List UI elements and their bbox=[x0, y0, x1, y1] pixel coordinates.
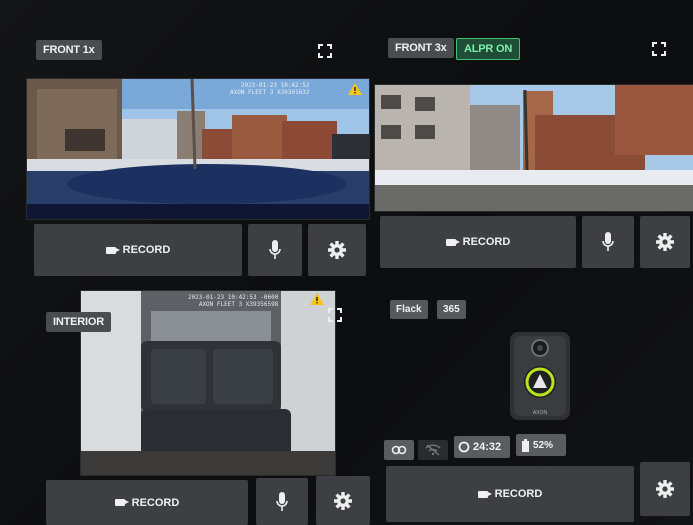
front-3x-record-button[interactable]: RECORD bbox=[380, 216, 576, 268]
front-3x-video-feed[interactable] bbox=[374, 84, 693, 212]
front-1x-label: FRONT 1x bbox=[36, 40, 102, 60]
gear-icon bbox=[656, 233, 674, 251]
elapsed-time: 24:32 bbox=[473, 441, 502, 453]
record-label: RECORD bbox=[494, 488, 543, 500]
microphone-icon bbox=[602, 232, 614, 251]
interior-record-button[interactable]: RECORD bbox=[46, 480, 248, 525]
front-1x-timestamp: 2023-01-23 10:42:52 AXON FLEET 3 X393016… bbox=[230, 82, 309, 96]
battery-level: 52% bbox=[533, 439, 554, 451]
front-3x-settings-button[interactable] bbox=[640, 216, 690, 268]
interior-timestamp: 2023-01-23 10:42:53 -0600 AXON FLEET 3 X… bbox=[188, 294, 278, 308]
timestamp-line-1: 2023-01-23 10:42:52 bbox=[240, 82, 310, 89]
gear-icon bbox=[656, 480, 674, 498]
interior-mic-button[interactable] bbox=[256, 478, 308, 525]
battery-icon bbox=[522, 438, 529, 452]
gear-icon bbox=[328, 241, 346, 259]
record-label: RECORD bbox=[462, 236, 511, 248]
fullscreen-icon[interactable] bbox=[328, 308, 342, 322]
interior-settings-button[interactable] bbox=[316, 476, 370, 525]
body-cam-settings-button[interactable] bbox=[640, 462, 690, 516]
camera-icon bbox=[114, 499, 129, 506]
timestamp-line-1: 2023-01-23 10:42:53 -0600 bbox=[188, 294, 279, 301]
front-3x-label: FRONT 3x bbox=[388, 38, 454, 58]
battery-chip: 52% bbox=[516, 434, 566, 456]
front-1x-record-button[interactable]: RECORD bbox=[34, 224, 242, 276]
timer-icon bbox=[458, 441, 470, 453]
interior-label: INTERIOR bbox=[46, 312, 111, 332]
interior-video-feed[interactable] bbox=[80, 290, 336, 476]
record-label: RECORD bbox=[131, 496, 180, 509]
link-icon bbox=[391, 445, 407, 455]
alpr-status-badge: ALPR ON bbox=[456, 38, 521, 60]
timestamp-line-2: AXON FLEET 3 X39356598 bbox=[198, 301, 279, 308]
timestamp-line-2: AXON FLEET 3 X39301632 bbox=[230, 89, 310, 96]
camera-icon bbox=[105, 246, 120, 254]
microphone-icon bbox=[269, 240, 281, 259]
device-brand: AXON bbox=[532, 410, 548, 416]
front-1x-settings-button[interactable] bbox=[308, 224, 366, 276]
wifi-status-chip bbox=[418, 440, 448, 460]
front-3x-mic-button[interactable] bbox=[582, 216, 634, 268]
officer-id-tag: 365 bbox=[437, 300, 466, 319]
elapsed-time-chip: 24:32 bbox=[454, 436, 510, 458]
body-camera-device: AXON bbox=[508, 330, 572, 422]
warning-icon bbox=[348, 82, 362, 95]
body-cam-record-button[interactable]: RECORD bbox=[386, 466, 634, 522]
camera-icon bbox=[445, 238, 460, 246]
fleet-dashboard: FRONT 1x 2023-01-23 10:42:52 AXON FLEET … bbox=[0, 0, 693, 525]
gear-icon bbox=[334, 491, 352, 510]
fullscreen-icon[interactable] bbox=[652, 42, 666, 56]
link-status-chip[interactable] bbox=[384, 440, 414, 460]
record-label: RECORD bbox=[122, 244, 171, 256]
camera-icon bbox=[477, 490, 492, 498]
officer-name-tag: Flack bbox=[390, 300, 428, 319]
front-1x-mic-button[interactable] bbox=[248, 224, 302, 276]
warning-icon bbox=[310, 292, 324, 305]
fullscreen-icon[interactable] bbox=[318, 44, 332, 58]
front-1x-video-feed[interactable] bbox=[26, 78, 370, 220]
wifi-off-icon bbox=[425, 444, 441, 456]
microphone-icon bbox=[276, 491, 288, 511]
